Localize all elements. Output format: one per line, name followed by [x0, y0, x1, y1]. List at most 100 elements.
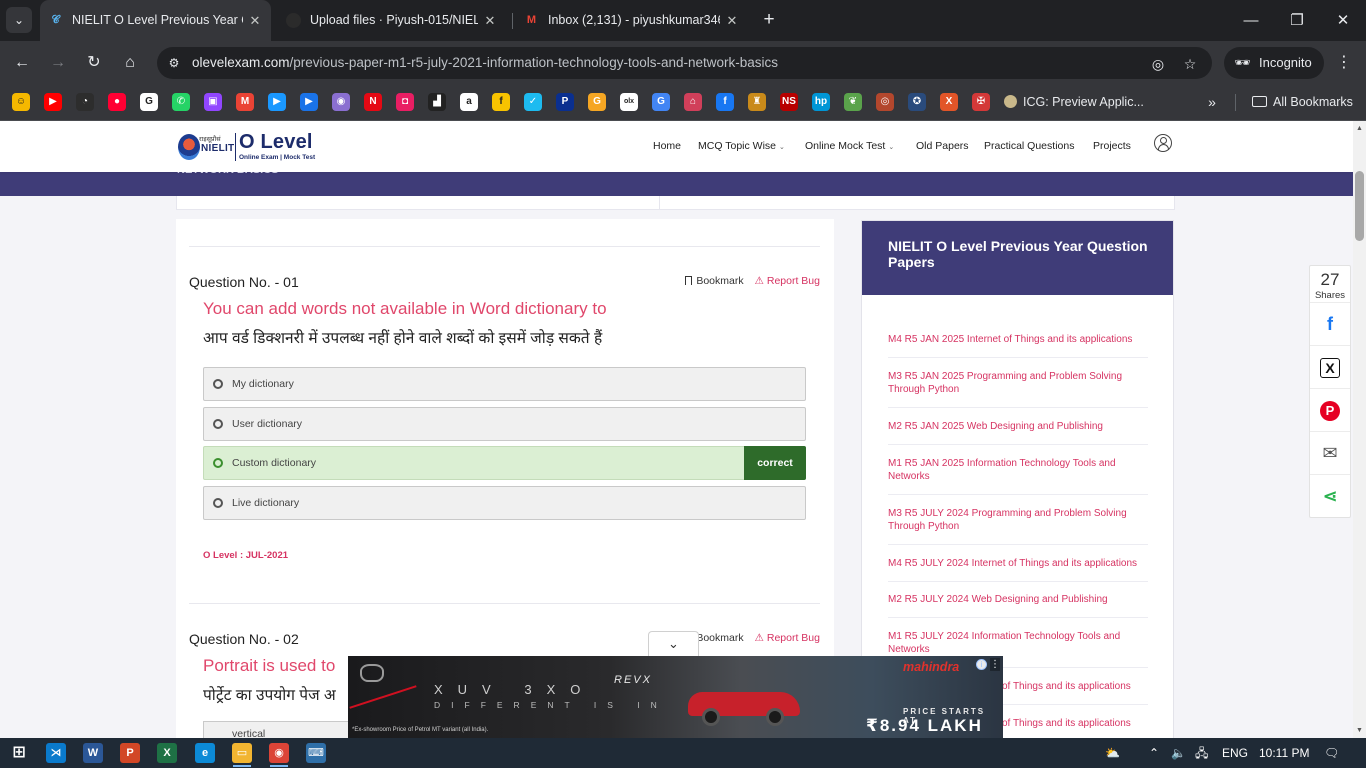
flipkart-icon[interactable]: f — [492, 93, 510, 111]
nav-mcq-topic-wise[interactable]: MCQ Topic Wise ⌄ — [698, 140, 785, 152]
emblem-icon[interactable]: ♜ — [748, 93, 766, 111]
url-text[interactable]: olevelexam.com/previous-paper-m1-r5-july… — [192, 47, 778, 79]
language-indicator[interactable]: ENG — [1222, 738, 1248, 768]
taskbar-clock[interactable]: 10:11 PM — [1259, 738, 1309, 768]
sidebar-paper-link[interactable]: M2 R5 JULY 2024 Web Designing and Publis… — [888, 593, 1148, 606]
nav-projects[interactable]: Projects — [1093, 140, 1131, 152]
scrollbar-thumb[interactable] — [1355, 171, 1364, 241]
chrome-icon[interactable]: ◉ — [269, 743, 289, 763]
answer-option-correct[interactable]: Custom dictionary correct — [203, 446, 806, 480]
grammarly-icon[interactable]: G — [588, 93, 606, 111]
browser-menu-button[interactable]: ⋮ — [1332, 49, 1356, 77]
nav-old-papers[interactable]: Old Papers — [916, 140, 969, 152]
user-account-icon[interactable] — [1154, 134, 1172, 152]
sidebar-paper-link[interactable]: of Things and its applications — [1002, 680, 1152, 693]
sidebar-paper-link[interactable]: M4 R5 JULY 2024 Internet of Things and i… — [888, 557, 1148, 570]
page-scrollbar[interactable]: ▲ ▼ — [1353, 121, 1366, 738]
store-icon[interactable]: ◘ — [396, 93, 414, 111]
facebook-icon[interactable]: f — [716, 93, 734, 111]
home-button[interactable]: ⌂ — [116, 49, 144, 77]
google-icon[interactable]: G — [140, 93, 158, 111]
back-button[interactable]: ← — [8, 49, 36, 77]
weather-icon[interactable]: ⛅ — [1105, 738, 1120, 768]
nav-home[interactable]: Home — [653, 140, 681, 152]
sidebar-paper-link[interactable]: M3 R5 JULY 2024 Programming and Problem … — [888, 507, 1148, 533]
file-explorer-icon[interactable]: ▭ — [232, 743, 252, 763]
bookmark-icg[interactable]: ICG: Preview Applic... — [1004, 93, 1144, 111]
gmail-icon[interactable]: M — [236, 93, 254, 111]
new-tab-button[interactable]: + — [758, 8, 780, 32]
word-icon[interactable]: W — [83, 743, 103, 763]
youtube-music-icon[interactable]: ● — [108, 93, 126, 111]
incognito-indicator[interactable]: 🕶 Incognito — [1224, 47, 1324, 79]
close-window-button[interactable]: ✕ — [1320, 0, 1366, 41]
keyboard-app-icon[interactable]: ⌨ — [306, 743, 326, 763]
shop-icon[interactable]: ⌂ — [684, 93, 702, 111]
star-bookmark-icon[interactable]: ☆ — [1180, 54, 1200, 74]
reload-button[interactable]: ↻ — [80, 49, 108, 77]
tab-gmail[interactable]: M Inbox (2,131) - piyushkumar346 ✕ — [516, 0, 748, 41]
paypal-icon[interactable]: P — [556, 93, 574, 111]
answer-option[interactable]: Live dictionary — [203, 486, 806, 520]
close-tab-icon[interactable]: ✕ — [482, 13, 498, 29]
flag-icon[interactable]: ✠ — [972, 93, 990, 111]
olx-icon[interactable]: olx — [620, 93, 638, 111]
seal-icon[interactable]: ◎ — [876, 93, 894, 111]
puzzle-icon[interactable]: ▟ — [428, 93, 446, 111]
tray-overflow-icon[interactable]: ⌃ — [1149, 738, 1159, 768]
edge-icon[interactable]: e — [195, 743, 215, 763]
bookmark-button[interactable]: Bookmark — [696, 275, 743, 287]
powerpoint-icon[interactable]: P — [120, 743, 140, 763]
eye-off-icon[interactable]: ◎ — [1148, 54, 1168, 74]
check-icon[interactable]: ✓ — [524, 93, 542, 111]
more-share-button[interactable]: ⋖ — [1310, 474, 1350, 517]
network-icon[interactable]: 🖧 — [1195, 738, 1208, 768]
answer-option[interactable]: My dictionary — [203, 367, 806, 401]
excel-icon[interactable]: X — [157, 743, 177, 763]
facebook-share-button[interactable]: f — [1310, 302, 1350, 345]
ad-options-icon[interactable]: ⋮ — [990, 658, 1000, 671]
scroll-up-arrow-icon[interactable]: ▲ — [1356, 125, 1363, 132]
leaf-icon[interactable]: ❦ — [844, 93, 862, 111]
sidebar-paper-link[interactable]: M2 R5 JAN 2025 Web Designing and Publish… — [888, 420, 1148, 433]
sidebar-paper-link[interactable]: M4 R5 JAN 2025 Internet of Things and it… — [888, 333, 1148, 346]
x-share-button[interactable]: X — [1310, 345, 1350, 388]
amazon-icon[interactable]: a — [460, 93, 478, 111]
report-bug-button[interactable]: ⚠ Report Bug — [755, 275, 820, 287]
nav-online-mock-test[interactable]: Online Mock Test ⌄ — [805, 140, 894, 152]
tab-search-button[interactable]: ⌄ — [6, 7, 32, 33]
minimize-button[interactable]: — — [1228, 0, 1274, 41]
ad-info-icon[interactable]: i — [976, 659, 987, 670]
twitch-icon[interactable]: ▣ — [204, 93, 222, 111]
address-bar[interactable]: ⚙ olevelexam.com/previous-paper-m1-r5-ju… — [157, 47, 1212, 79]
translate-icon[interactable]: G — [652, 93, 670, 111]
circle-badge-icon[interactable]: ◉ — [332, 93, 350, 111]
sidebar-paper-link[interactable]: of Things and its applications — [1002, 717, 1152, 730]
gauge-icon[interactable]: ◔ — [76, 93, 94, 111]
netflix-icon[interactable]: N — [364, 93, 382, 111]
whatsapp-icon[interactable]: ✆ — [172, 93, 190, 111]
pinterest-share-button[interactable]: P — [1310, 388, 1350, 431]
advertisement-banner[interactable]: XUV 3XO REVX DIFFERENT IS IN mahindra PR… — [348, 656, 1003, 738]
play-icon[interactable]: ▶ — [300, 93, 318, 111]
notification-icon[interactable]: 🗨 — [1324, 738, 1339, 768]
hp-icon[interactable]: hp — [812, 93, 830, 111]
x-red-icon[interactable]: X — [940, 93, 958, 111]
smiley-icon[interactable]: ☺ — [12, 93, 30, 111]
restore-button[interactable]: ❐ — [1274, 0, 1320, 41]
scroll-down-arrow-icon[interactable]: ▼ — [1356, 727, 1363, 734]
prime-video-icon[interactable]: ▶ — [268, 93, 286, 111]
forward-button[interactable]: → — [44, 49, 72, 77]
start-button[interactable]: ⊞ — [9, 743, 29, 763]
nav-practical-questions[interactable]: Practical Questions — [984, 140, 1074, 152]
ns-icon[interactable]: NS — [780, 93, 798, 111]
site-info-icon[interactable]: ⚙ — [165, 54, 183, 72]
close-tab-icon[interactable]: ✕ — [724, 13, 740, 29]
youtube-icon[interactable]: ▶ — [44, 93, 62, 111]
report-bug-button[interactable]: ⚠ Report Bug — [755, 632, 820, 644]
ad-collapse-button[interactable]: ⌄ — [648, 631, 699, 656]
sidebar-paper-link[interactable]: M3 R5 JAN 2025 Programming and Problem S… — [888, 370, 1148, 396]
tab-olevel[interactable]: 𝒞 NIELIT O Level Previous Year Question … — [40, 0, 271, 41]
close-tab-icon[interactable]: ✕ — [247, 13, 263, 29]
all-bookmarks-button[interactable]: All Bookmarks — [1252, 93, 1353, 111]
